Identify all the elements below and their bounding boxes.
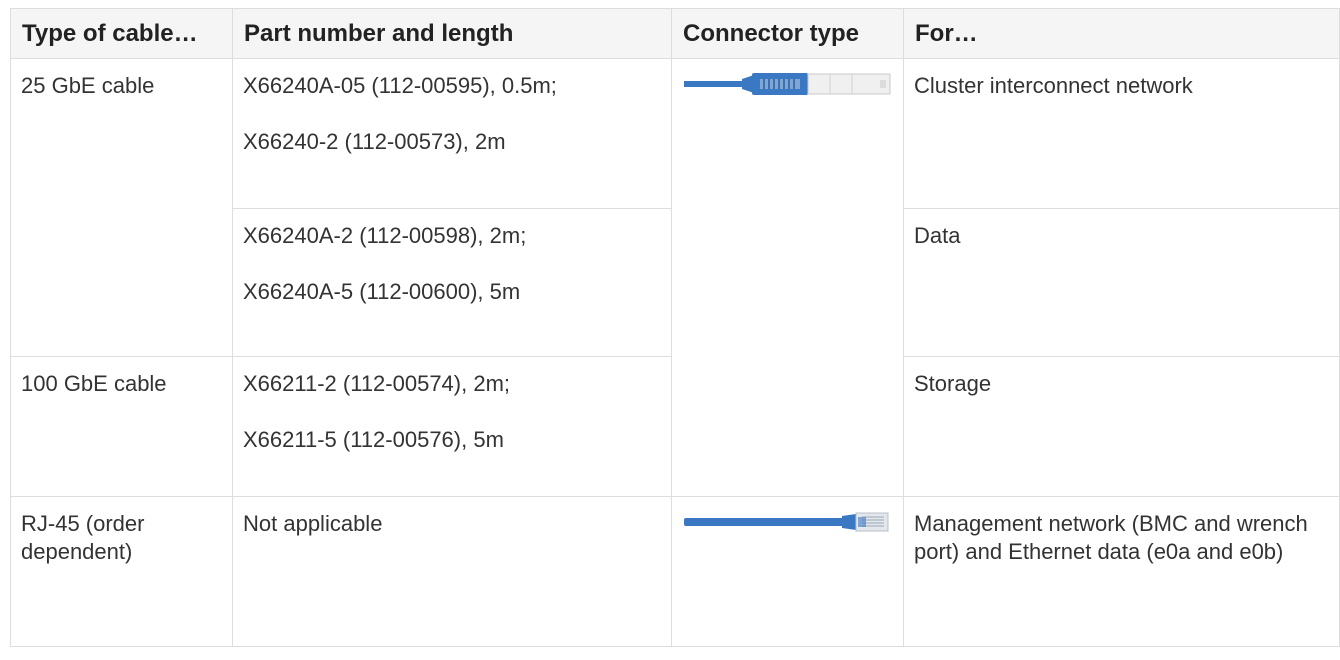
header-type-of-cable: Type of cable… xyxy=(10,8,233,59)
cell-purpose: Storage xyxy=(903,356,1340,497)
rj45-cable-connector-icon xyxy=(684,512,889,532)
cell-part-numbers: X66211-2 (112-00574), 2m; X66211-5 (112-… xyxy=(232,356,672,497)
header-part-number: Part number and length xyxy=(232,8,672,59)
cell-connector-type xyxy=(671,496,904,647)
sfp28-cable-connector-icon xyxy=(684,73,891,95)
cable-table: Type of cable… Part number and length Co… xyxy=(10,8,1340,647)
cell-cable-type: RJ-45 (order dependent) xyxy=(10,496,233,647)
cell-part-numbers: Not applicable xyxy=(232,496,672,647)
cell-purpose: Management network (BMC and wrench port)… xyxy=(903,496,1340,647)
cell-purpose: Data xyxy=(903,208,1340,357)
cell-purpose: Cluster interconnect network xyxy=(903,58,1340,209)
cell-part-numbers: X66240A-2 (112-00598), 2m; X66240A-5 (11… xyxy=(232,208,672,357)
part-number-text: X66240-2 (112-00573), 2m xyxy=(243,129,506,154)
header-connector-type: Connector type xyxy=(671,8,904,59)
table-header-row: Type of cable… Part number and length Co… xyxy=(10,8,1340,59)
cell-part-numbers: X66240A-05 (112-00595), 0.5m; X66240-2 (… xyxy=(232,58,672,209)
part-number-text: X66240A-5 (112-00600), 5m xyxy=(243,279,521,304)
header-for: For… xyxy=(903,8,1340,59)
cell-cable-type: 100 GbE cable xyxy=(10,356,233,497)
part-number-text: X66211-5 (112-00576), 5m xyxy=(243,427,504,452)
part-number-text: X66240A-05 (112-00595), 0.5m; xyxy=(243,73,557,98)
part-number-text: X66211-2 (112-00574), 2m; xyxy=(243,371,511,396)
table-row: RJ-45 (order dependent) Not applicable M… xyxy=(10,496,1340,647)
part-number-text: X66240A-2 (112-00598), 2m; xyxy=(243,223,527,248)
cell-cable-type: 25 GbE cable xyxy=(10,58,233,357)
table-row: 25 GbE cable X66240A-05 (112-00595), 0.5… xyxy=(10,58,1340,497)
cell-connector-type xyxy=(671,58,904,497)
part-number-text: Not applicable xyxy=(243,511,383,536)
